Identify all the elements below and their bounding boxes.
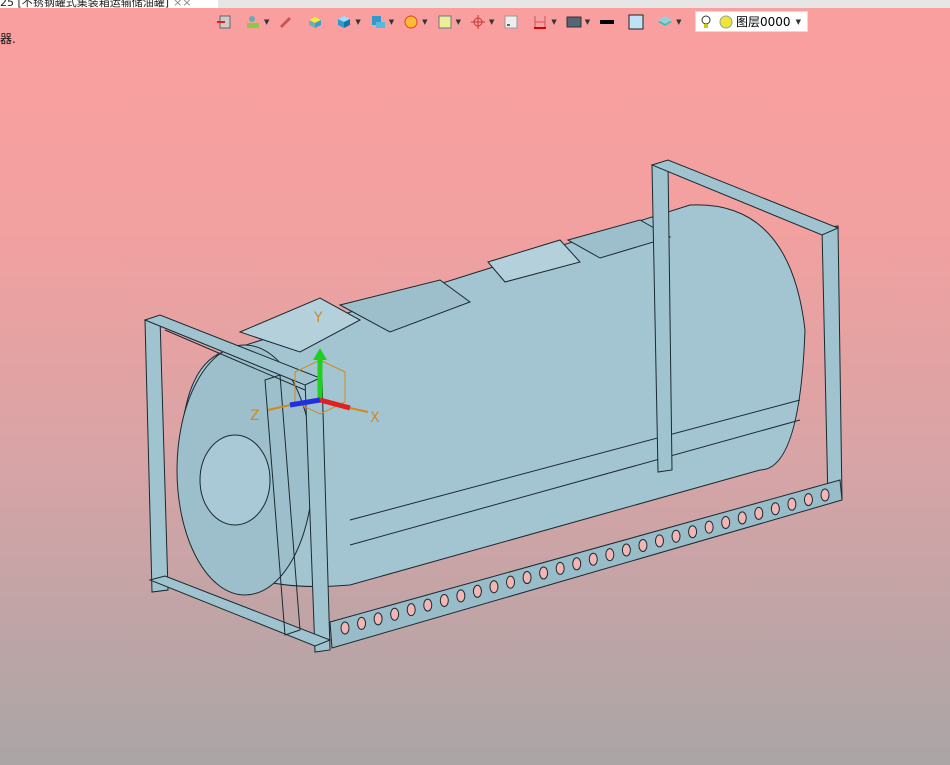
rail-hole: [423, 598, 433, 612]
rail-hole: [390, 607, 400, 621]
rail-hole: [588, 552, 598, 566]
rail-hole: [770, 502, 780, 516]
rail-hole: [572, 557, 582, 571]
rail-hole: [456, 589, 466, 603]
rail-hole: [654, 534, 664, 548]
rail-hole: [721, 516, 731, 530]
rail-hole: [472, 584, 482, 598]
rail-hole: [688, 525, 698, 539]
rail-hole: [621, 543, 631, 557]
axis-z-label: Z: [250, 408, 260, 424]
rail-hole: [803, 493, 813, 507]
rail-hole: [605, 548, 615, 562]
frame-rear-right-post: [821, 225, 843, 503]
rail-hole: [357, 616, 367, 630]
rail-hole: [820, 488, 830, 502]
axis-y-label: Y: [313, 310, 323, 326]
3d-viewport[interactable]: X Y Z: [0, 0, 950, 765]
rail-hole: [489, 580, 499, 594]
rail-hole: [439, 593, 449, 607]
rail-hole: [539, 566, 549, 580]
rail-hole: [704, 520, 714, 534]
rail-hole: [506, 575, 516, 589]
rail-hole: [754, 506, 764, 520]
rail-hole: [340, 621, 350, 635]
rail-hole: [522, 571, 532, 585]
axis-x-label: X: [370, 410, 380, 426]
rail-hole: [555, 561, 565, 575]
rail-hole: [406, 603, 416, 617]
rail-hole: [638, 538, 648, 552]
rail-hole: [373, 612, 383, 626]
frame-front-left-post: [144, 317, 169, 593]
rail-hole: [787, 497, 797, 511]
rail-hole: [737, 511, 747, 525]
rail-hole: [671, 529, 681, 543]
